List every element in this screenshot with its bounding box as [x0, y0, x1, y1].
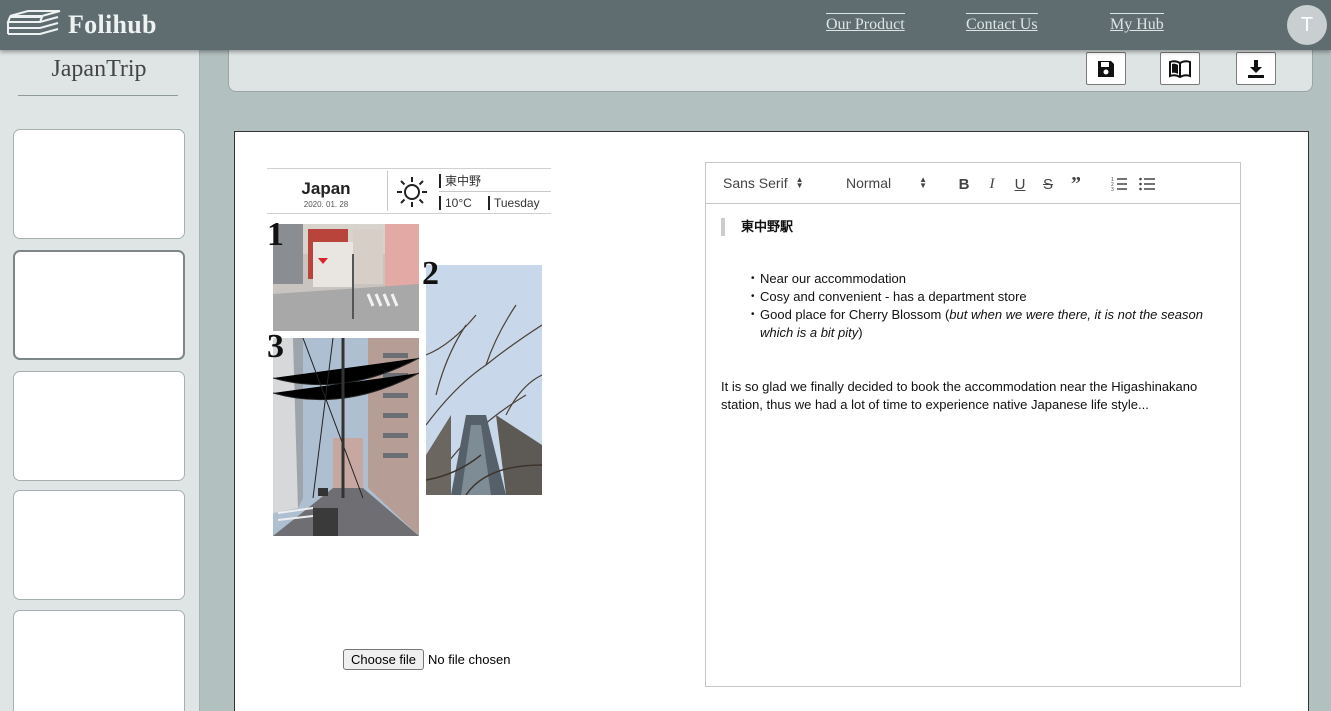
journal-collage-image: Japan 2020. 01. 28 東中野 10°C Tuesday 1 2 … — [267, 168, 552, 538]
photo-number-3: 3 — [267, 328, 284, 365]
font-size-value: Normal — [846, 175, 892, 191]
list-item: Good place for Cherry Blossom (but when … — [751, 306, 1226, 342]
photo-street-corner — [273, 224, 419, 331]
journal-temperature: 10°C — [439, 196, 472, 210]
text-editor: Sans Serif ▲ ▼ Normal ▲ ▼ B I U S ” 123 東中… — [705, 162, 1241, 687]
save-button[interactable] — [1086, 52, 1126, 85]
sun-icon — [397, 177, 427, 207]
preview-book-button[interactable] — [1160, 52, 1200, 85]
journal-title: Japan — [301, 179, 351, 198]
list-item: Near our accommodation — [751, 270, 1226, 288]
page-thumbnail-active[interactable] — [13, 250, 185, 360]
brand-name: Folihub — [68, 9, 157, 39]
strike-icon[interactable]: S — [1038, 174, 1058, 194]
select-arrows-icon: ▲ ▼ — [919, 175, 928, 190]
ordered-list-icon[interactable]: 123 — [1109, 174, 1129, 194]
underline-icon[interactable]: U — [1010, 174, 1030, 194]
journal-date: 2020. 01. 28 — [303, 200, 349, 209]
choose-file-button[interactable]: Choose file — [343, 649, 425, 670]
journal-header: Japan 2020. 01. 28 東中野 10°C Tuesday — [267, 168, 551, 214]
blockquote: 東中野駅 — [721, 218, 1226, 236]
file-status: No file chosen — [428, 652, 511, 667]
divider — [18, 95, 178, 96]
divider — [387, 171, 388, 211]
book-icon — [1169, 59, 1191, 78]
editor-content[interactable]: 東中野駅 Near our accommodation Cosy and con… — [721, 218, 1226, 414]
photo-street — [273, 338, 419, 536]
project-title: JapanTrip — [51, 56, 147, 82]
photo-number-2: 2 — [422, 255, 439, 292]
font-size-select[interactable]: Normal ▲ ▼ — [846, 175, 927, 191]
save-icon — [1098, 60, 1114, 77]
brand[interactable]: Folihub — [6, 8, 157, 41]
photo-number-1: 1 — [267, 216, 284, 253]
divider — [439, 191, 551, 192]
photo-canal — [426, 265, 542, 495]
nav-contact-us[interactable]: Contact Us — [966, 13, 1038, 34]
nav-my-hub[interactable]: My Hub — [1110, 13, 1164, 34]
page-thumbnail[interactable] — [13, 610, 185, 711]
page-thumbnail[interactable] — [13, 129, 185, 239]
journal-location: 東中野 — [439, 174, 481, 188]
file-input: Choose file No file chosen — [343, 649, 510, 670]
stack-logo-icon — [6, 8, 62, 41]
font-family-select[interactable]: Sans Serif ▲ ▼ — [723, 175, 804, 191]
download-icon — [1248, 59, 1264, 78]
top-nav: Folihub Our Product Contact Us My Hub T — [0, 0, 1331, 50]
nav-our-product[interactable]: Our Product — [826, 13, 905, 34]
avatar[interactable]: T — [1287, 5, 1327, 45]
list-item: Cosy and convenient - has a department s… — [751, 288, 1226, 306]
list-item-text: Good place for Cherry Blossom ( — [760, 307, 950, 322]
editor-toolbar: Sans Serif ▲ ▼ Normal ▲ ▼ B I U S ” 123 — [706, 163, 1240, 204]
svg-text:3: 3 — [1111, 187, 1114, 191]
list-item-text: ) — [858, 325, 863, 340]
bullet-list-icon[interactable] — [1137, 174, 1157, 194]
page-thumbnail[interactable] — [13, 490, 185, 600]
font-family-value: Sans Serif — [723, 175, 788, 191]
quote-icon[interactable]: ” — [1066, 173, 1086, 195]
paragraph: It is so glad we finally decided to book… — [721, 379, 1198, 412]
journal-weekday: Tuesday — [488, 196, 540, 210]
page-thumbnail[interactable] — [13, 371, 185, 481]
select-arrows-icon: ▲ ▼ — [795, 175, 804, 190]
italic-icon[interactable]: I — [982, 174, 1002, 194]
page-toolbar — [228, 44, 1313, 92]
sidebar: JapanTrip — [0, 50, 200, 711]
bold-icon[interactable]: B — [954, 174, 974, 194]
bullet-list: Near our accommodation Cosy and convenie… — [751, 270, 1226, 342]
download-button[interactable] — [1236, 52, 1276, 85]
